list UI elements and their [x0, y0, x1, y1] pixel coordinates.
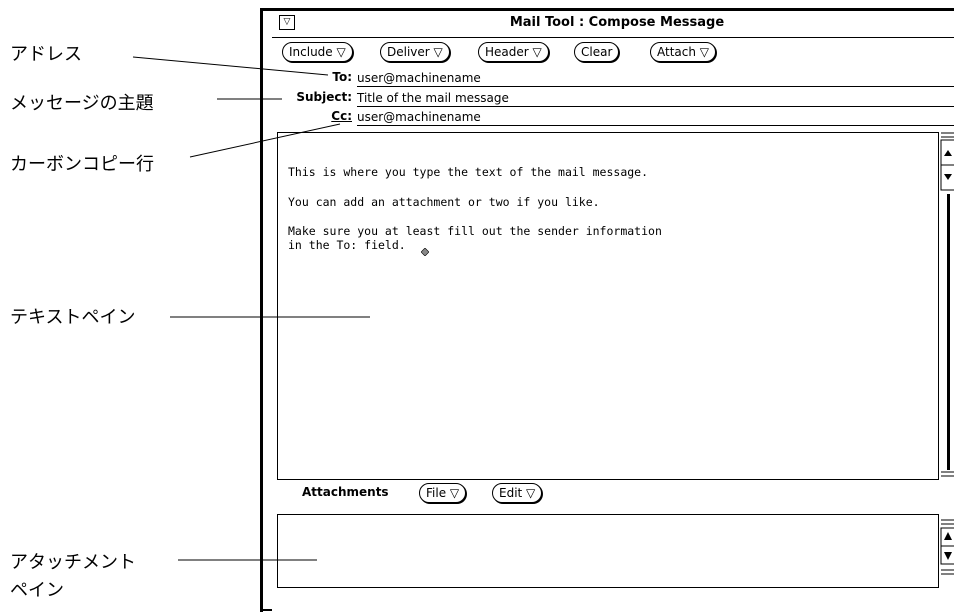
message-line-1: This is where you type the text of the m… [288, 165, 649, 179]
text-caret-icon [421, 248, 429, 256]
file-button[interactable]: File ▽ [419, 483, 467, 503]
clear-button[interactable]: Clear [574, 42, 620, 62]
attachment-pane-scrollbar[interactable] [940, 514, 954, 586]
window-frame-bottom-corner [260, 609, 272, 611]
mail-tool-window: ▽ Mail Tool : Compose Message Include ▽ … [260, 8, 954, 614]
subject-field[interactable]: Title of the mail message [357, 90, 954, 107]
message-line-4: in the To: field. [288, 238, 406, 252]
window-title: Mail Tool : Compose Message [509, 15, 725, 30]
message-line-3: Make sure you at least fill out the send… [288, 224, 662, 238]
header-button[interactable]: Header ▽ [478, 42, 549, 62]
attach-button[interactable]: Attach ▽ [650, 42, 717, 62]
cc-field[interactable]: user@machinename [357, 109, 954, 126]
window-frame-left [260, 8, 263, 612]
deliver-button[interactable]: Deliver ▽ [380, 42, 450, 62]
subject-label: Subject: [296, 90, 352, 104]
attachment-pane[interactable] [277, 514, 939, 588]
text-pane-scrollbar[interactable] [940, 132, 954, 478]
message-line-2: You can add an attachment or two if you … [288, 195, 600, 209]
to-label: To: [332, 70, 352, 84]
cc-label: Cc: [331, 109, 352, 123]
edit-button[interactable]: Edit ▽ [492, 483, 543, 503]
message-text-pane[interactable]: This is where you type the text of the m… [277, 132, 939, 480]
attachments-label: Attachments [302, 485, 389, 499]
title-bar: ▽ Mail Tool : Compose Message [272, 11, 954, 38]
include-button[interactable]: Include ▽ [282, 42, 353, 62]
to-field[interactable]: user@machinename [357, 70, 954, 87]
